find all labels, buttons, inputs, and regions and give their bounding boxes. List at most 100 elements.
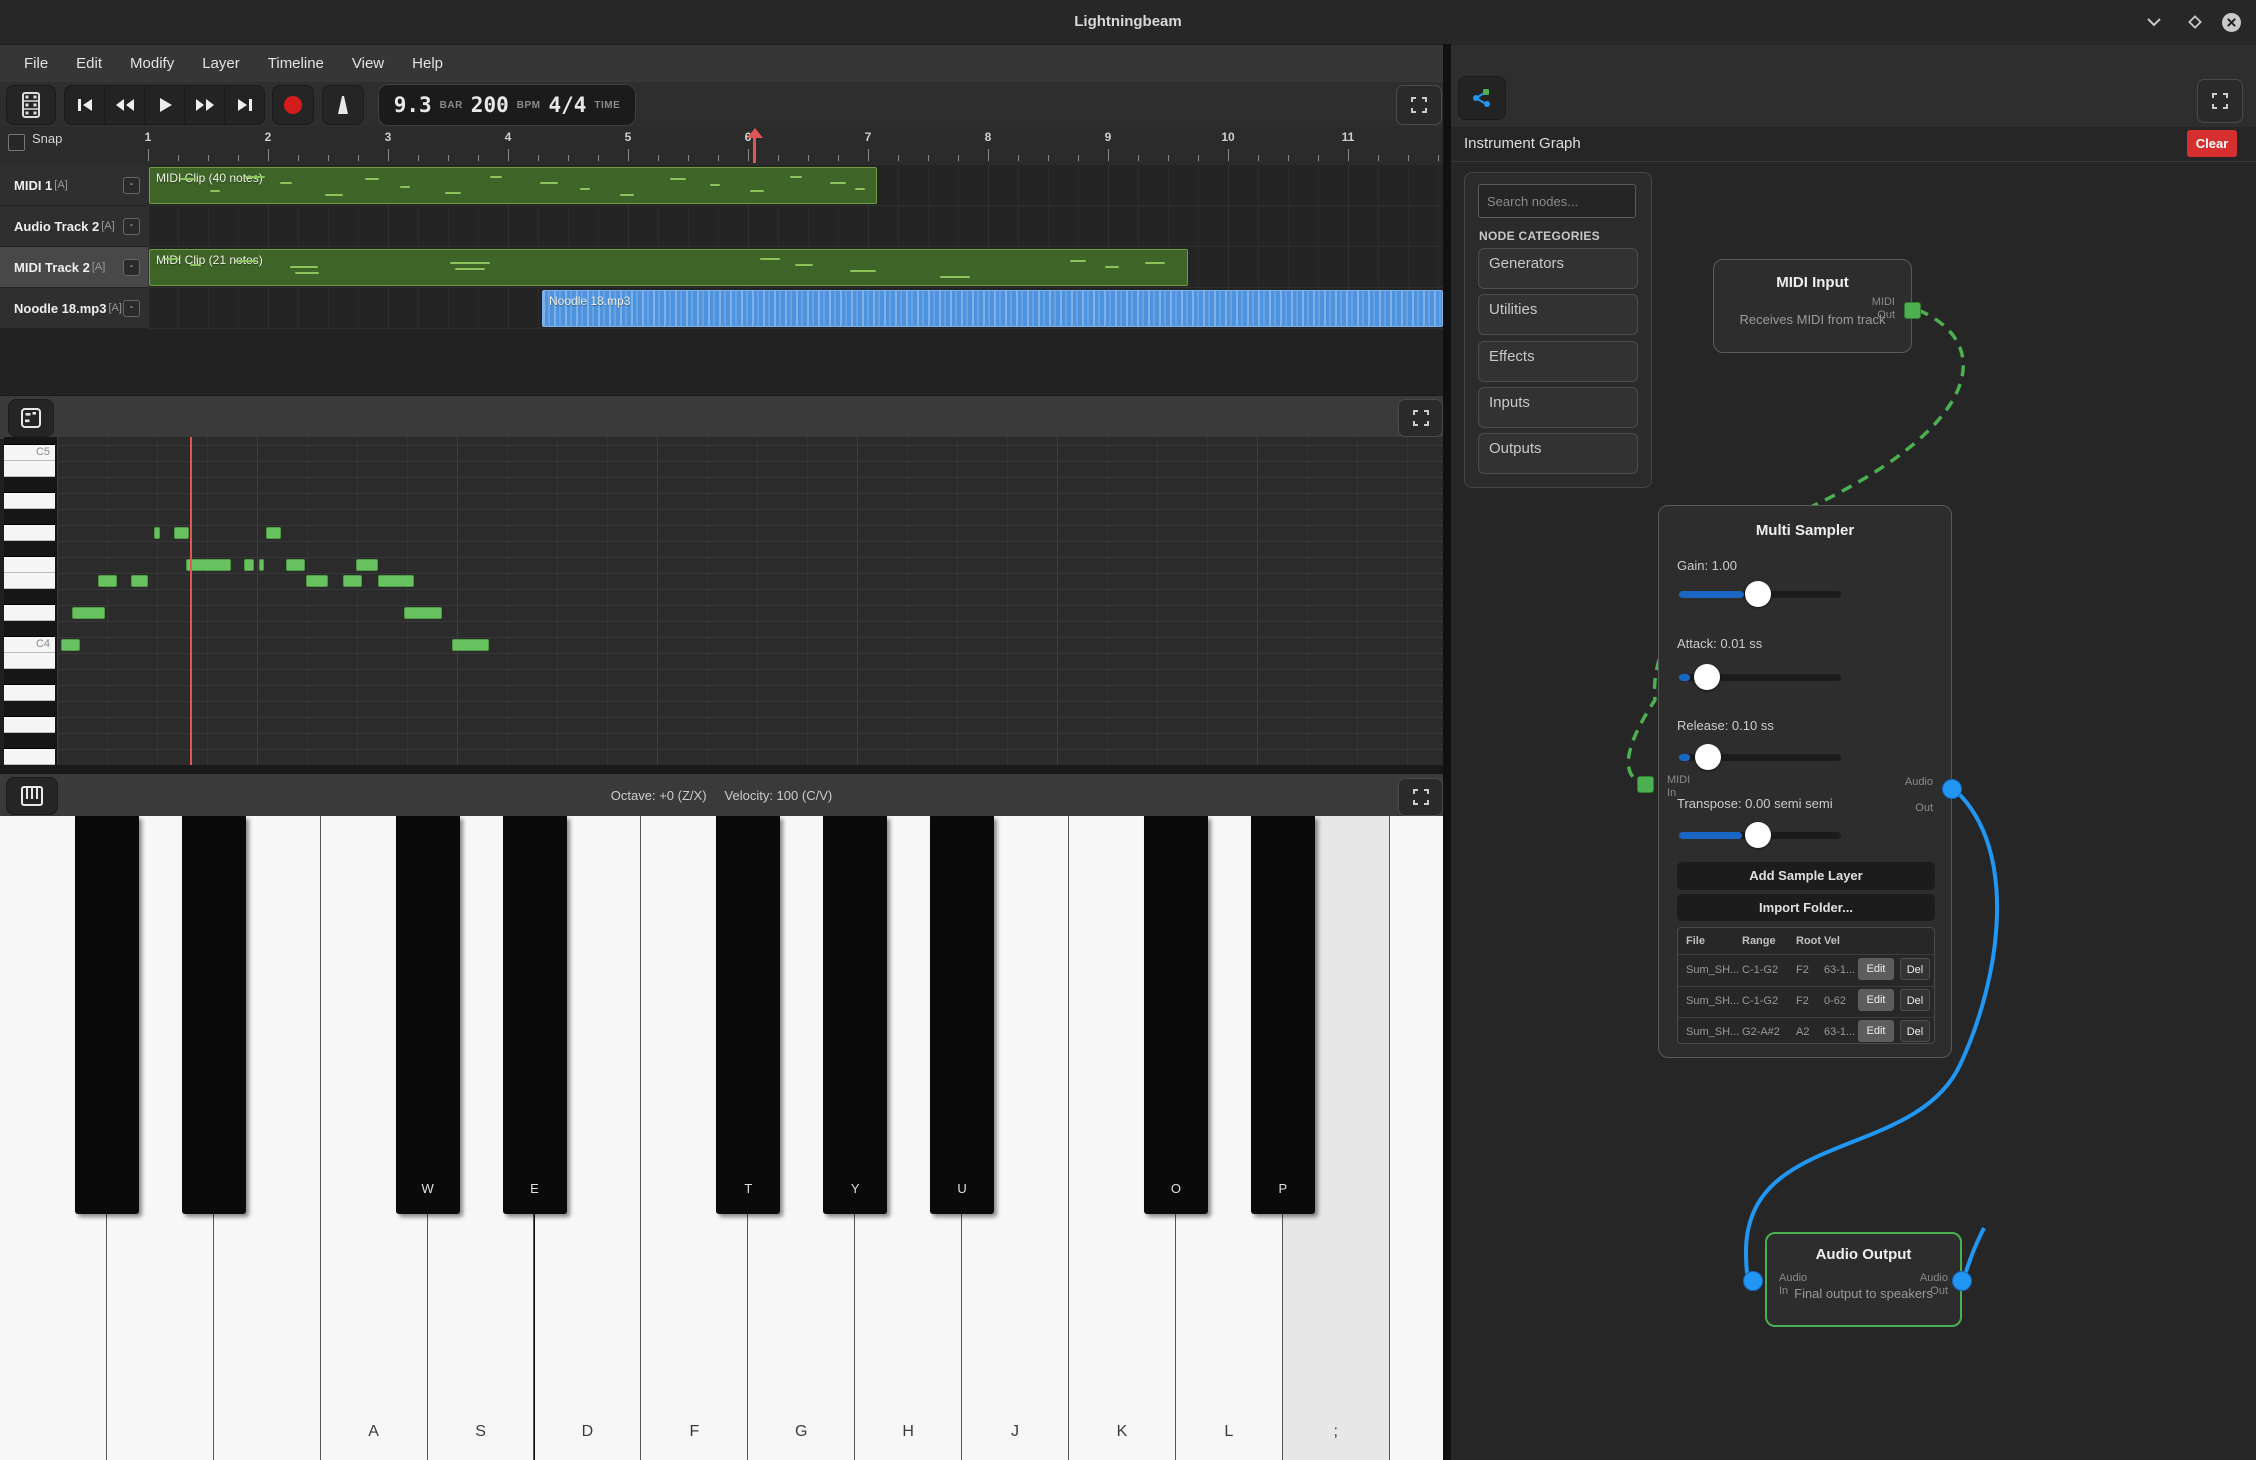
menu-item-help[interactable]: Help xyxy=(398,45,457,82)
slider-track[interactable] xyxy=(1679,674,1841,681)
maximize-diamond-icon[interactable] xyxy=(2184,11,2206,33)
add-sample-layer-button[interactable]: Add Sample Layer xyxy=(1677,862,1935,890)
piano-roll-grid[interactable] xyxy=(57,437,1443,765)
piano-roll-key[interactable] xyxy=(4,477,55,493)
track-minus-button[interactable]: - xyxy=(123,259,140,276)
midi-note[interactable] xyxy=(154,527,160,539)
minimize-chevron-icon[interactable] xyxy=(2143,11,2165,33)
black-key-e[interactable]: E xyxy=(503,816,567,1214)
node-graph-mode-button[interactable] xyxy=(1458,76,1506,120)
piano-roll-key[interactable] xyxy=(4,653,55,669)
piano-roll-key-c4[interactable]: C4 xyxy=(4,637,55,653)
skip-to-start-button[interactable] xyxy=(65,86,105,124)
piano-roll-key[interactable] xyxy=(4,717,55,733)
piano-roll-key[interactable] xyxy=(4,589,55,605)
output-audio-in-port[interactable] xyxy=(1743,1271,1763,1291)
midi-note[interactable] xyxy=(131,575,148,587)
graph-fullscreen-button[interactable] xyxy=(2197,79,2243,123)
piano-roll-mode-button[interactable] xyxy=(8,399,54,437)
category-outputs[interactable]: Outputs xyxy=(1478,433,1638,474)
midi-note[interactable] xyxy=(244,559,254,571)
multi-sampler-node[interactable]: Multi Sampler Gain: 1.00Attack: 0.01 ssR… xyxy=(1658,505,1952,1058)
delete-sample-button[interactable]: Del xyxy=(1900,1020,1930,1042)
rewind-button[interactable] xyxy=(105,86,145,124)
midi-note[interactable] xyxy=(343,575,362,587)
midi-note[interactable] xyxy=(266,527,281,539)
category-inputs[interactable]: Inputs xyxy=(1478,387,1638,428)
midi-note[interactable] xyxy=(286,559,305,571)
track-label-1[interactable]: MIDI 1[A]- xyxy=(0,165,148,206)
midi-note[interactable] xyxy=(72,607,105,619)
piano-roll-key[interactable] xyxy=(4,541,55,557)
midi-note[interactable] xyxy=(186,559,231,571)
track-minus-button[interactable]: - xyxy=(123,300,140,317)
film-timeline-button[interactable] xyxy=(6,85,56,125)
clear-graph-button[interactable]: Clear xyxy=(2187,130,2237,157)
menu-item-edit[interactable]: Edit xyxy=(62,45,116,82)
panel-divider[interactable] xyxy=(1443,44,1451,1460)
piano-roll-key[interactable] xyxy=(4,509,55,525)
sampler-audio-out-port[interactable] xyxy=(1942,779,1962,799)
black-key[interactable] xyxy=(75,816,139,1214)
piano-roll-key[interactable] xyxy=(4,461,55,477)
close-icon[interactable] xyxy=(2220,11,2242,33)
menu-item-layer[interactable]: Layer xyxy=(188,45,254,82)
search-nodes-input[interactable] xyxy=(1478,184,1636,218)
midi-note[interactable] xyxy=(98,575,117,587)
black-key-y[interactable]: Y xyxy=(823,816,887,1214)
slider-thumb[interactable] xyxy=(1695,744,1721,770)
category-utilities[interactable]: Utilities xyxy=(1478,294,1638,335)
metronome-button[interactable] xyxy=(322,85,364,125)
track-minus-button[interactable]: - xyxy=(123,177,140,194)
slider-track[interactable] xyxy=(1679,754,1841,761)
category-generators[interactable]: Generators xyxy=(1478,248,1638,289)
midi-note[interactable] xyxy=(356,559,378,571)
midi-note[interactable] xyxy=(452,639,489,651)
category-effects[interactable]: Effects xyxy=(1478,341,1638,382)
fast-forward-button[interactable] xyxy=(185,86,225,124)
play-button[interactable] xyxy=(145,86,185,124)
playhead-marker-arrow[interactable] xyxy=(747,128,763,138)
midi-note[interactable] xyxy=(404,607,442,619)
track-label-3[interactable]: MIDI Track 2[A]- xyxy=(0,247,148,288)
piano-roll-key[interactable] xyxy=(4,525,55,541)
piano-roll-key[interactable] xyxy=(4,605,55,621)
slider-thumb[interactable] xyxy=(1694,664,1720,690)
output-audio-out-port[interactable] xyxy=(1952,1271,1972,1291)
piano-roll-key-c5[interactable]: C5 xyxy=(4,445,55,461)
piano-roll-key[interactable] xyxy=(4,437,55,445)
black-key[interactable] xyxy=(182,816,246,1214)
track-minus-button[interactable]: - xyxy=(123,218,140,235)
edit-sample-button[interactable]: Edit xyxy=(1858,958,1894,980)
piano-roll-key-strip[interactable]: C5 C4 xyxy=(4,437,57,765)
timeline-fullscreen-button[interactable] xyxy=(1396,85,1442,125)
piano-roll-key[interactable] xyxy=(4,749,55,765)
black-key-u[interactable]: U xyxy=(930,816,994,1214)
timeline-empty-area[interactable] xyxy=(0,329,1443,395)
timeline-ruler[interactable]: 1234567891011 xyxy=(0,127,1443,166)
white-key[interactable] xyxy=(1390,816,1443,1460)
snap-checkbox[interactable] xyxy=(8,134,25,151)
track-label-4[interactable]: Noodle 18.mp3[A]- xyxy=(0,288,148,329)
record-button[interactable] xyxy=(272,85,314,125)
keyboard-fullscreen-button[interactable] xyxy=(1398,778,1443,816)
playhead-marker-stem[interactable] xyxy=(753,137,756,163)
black-key-o[interactable]: O xyxy=(1144,816,1208,1214)
midi-out-port[interactable] xyxy=(1904,302,1921,319)
sampler-midi-in-port[interactable] xyxy=(1637,776,1654,793)
piano-roll-key[interactable] xyxy=(4,701,55,717)
menu-item-modify[interactable]: Modify xyxy=(116,45,188,82)
menu-item-view[interactable]: View xyxy=(338,45,398,82)
piano-roll-fullscreen-button[interactable] xyxy=(1398,399,1443,437)
edit-sample-button[interactable]: Edit xyxy=(1858,1020,1894,1042)
midi-note[interactable] xyxy=(306,575,328,587)
slider-thumb[interactable] xyxy=(1745,581,1771,607)
piano-roll-key[interactable] xyxy=(4,493,55,509)
piano-roll-key[interactable] xyxy=(4,573,55,589)
midi-note[interactable] xyxy=(61,639,80,651)
midi-note[interactable] xyxy=(259,559,264,571)
piano-roll-key[interactable] xyxy=(4,669,55,685)
slider-track[interactable] xyxy=(1679,832,1841,839)
black-key-t[interactable]: T xyxy=(716,816,780,1214)
audio-output-node[interactable]: Audio Output Final output to speakers Au… xyxy=(1765,1232,1962,1327)
